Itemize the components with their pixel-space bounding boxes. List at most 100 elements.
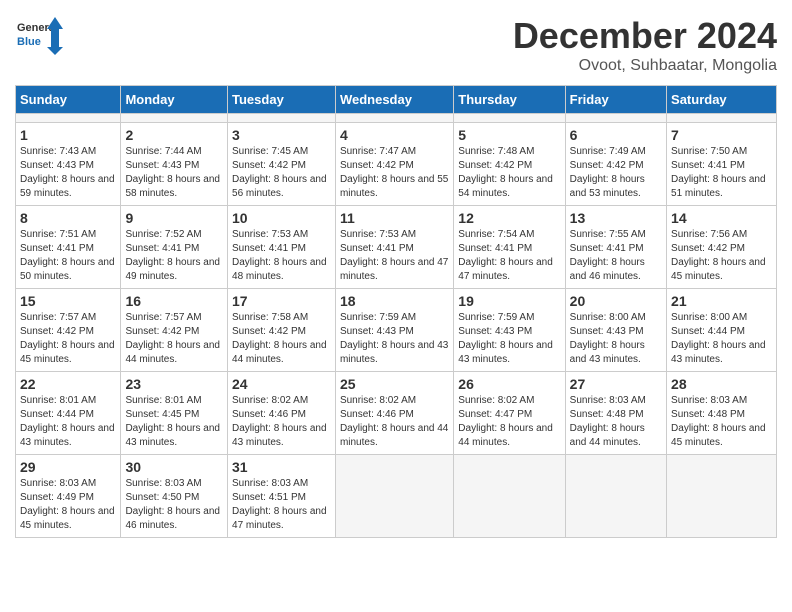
day-info: Sunrise: 8:03 AMSunset: 4:50 PMDaylight:… <box>125 477 223 533</box>
day-info: Sunrise: 7:48 AMSunset: 4:42 PMDaylight:… <box>458 145 560 201</box>
day-number: 8 <box>20 210 116 226</box>
day-info: Sunrise: 8:03 AMSunset: 4:48 PMDaylight:… <box>671 394 772 450</box>
day-number: 19 <box>458 293 560 309</box>
day-info: Sunrise: 8:00 AMSunset: 4:43 PMDaylight:… <box>570 311 662 367</box>
calendar-table: SundayMondayTuesdayWednesdayThursdayFrid… <box>15 85 777 538</box>
day-info: Sunrise: 7:59 AMSunset: 4:43 PMDaylight:… <box>340 311 449 367</box>
day-number: 15 <box>20 293 116 309</box>
calendar-cell: 30 Sunrise: 8:03 AMSunset: 4:50 PMDayligh… <box>121 455 228 538</box>
calendar-cell: 2 Sunrise: 7:44 AMSunset: 4:43 PMDaylight… <box>121 123 228 206</box>
day-number: 26 <box>458 376 560 392</box>
day-number: 14 <box>671 210 772 226</box>
day-number: 2 <box>125 127 223 143</box>
calendar-cell: 21 Sunrise: 8:00 AMSunset: 4:44 PMDayligh… <box>667 289 777 372</box>
calendar-cell <box>335 455 453 538</box>
day-info: Sunrise: 7:59 AMSunset: 4:43 PMDaylight:… <box>458 311 560 367</box>
day-info: Sunrise: 7:53 AMSunset: 4:41 PMDaylight:… <box>232 228 331 284</box>
calendar-cell: 26 Sunrise: 8:02 AMSunset: 4:47 PMDayligh… <box>454 372 565 455</box>
day-info: Sunrise: 8:02 AMSunset: 4:46 PMDaylight:… <box>340 394 449 450</box>
calendar-cell: 8 Sunrise: 7:51 AMSunset: 4:41 PMDaylight… <box>16 206 121 289</box>
day-number: 18 <box>340 293 449 309</box>
calendar-cell: 5 Sunrise: 7:48 AMSunset: 4:42 PMDaylight… <box>454 123 565 206</box>
day-info: Sunrise: 7:57 AMSunset: 4:42 PMDaylight:… <box>20 311 116 367</box>
calendar-cell: 22Sunrise: 8:01 AMSunset: 4:44 PMDayligh… <box>16 372 121 455</box>
day-number: 30 <box>125 459 223 475</box>
column-header-tuesday: Tuesday <box>228 86 336 114</box>
logo-icon: General Blue <box>15 15 65 55</box>
calendar-week-5: 22Sunrise: 8:01 AMSunset: 4:44 PMDayligh… <box>16 372 777 455</box>
day-info: Sunrise: 7:51 AMSunset: 4:41 PMDaylight:… <box>20 228 116 284</box>
day-info: Sunrise: 7:54 AMSunset: 4:41 PMDaylight:… <box>458 228 560 284</box>
calendar-cell <box>667 455 777 538</box>
day-info: Sunrise: 8:00 AMSunset: 4:44 PMDaylight:… <box>671 311 772 367</box>
calendar-cell: 19 Sunrise: 7:59 AMSunset: 4:43 PMDayligh… <box>454 289 565 372</box>
day-info: Sunrise: 7:47 AMSunset: 4:42 PMDaylight:… <box>340 145 449 201</box>
calendar-cell: 11 Sunrise: 7:53 AMSunset: 4:41 PMDayligh… <box>335 206 453 289</box>
day-number: 31 <box>232 459 331 475</box>
column-header-friday: Friday <box>565 86 666 114</box>
day-number: 5 <box>458 127 560 143</box>
column-header-wednesday: Wednesday <box>335 86 453 114</box>
day-info: Sunrise: 7:52 AMSunset: 4:41 PMDaylight:… <box>125 228 223 284</box>
calendar-cell: 1 Sunrise: 7:43 AMSunset: 4:43 PMDaylight… <box>16 123 121 206</box>
calendar-cell <box>454 455 565 538</box>
calendar-subtitle: Ovoot, Suhbaatar, Mongolia <box>513 57 777 75</box>
calendar-cell: 18 Sunrise: 7:59 AMSunset: 4:43 PMDayligh… <box>335 289 453 372</box>
column-header-sunday: Sunday <box>16 86 121 114</box>
day-number: 27 <box>570 376 662 392</box>
day-info: Sunrise: 7:44 AMSunset: 4:43 PMDaylight:… <box>125 145 223 201</box>
day-info: Sunrise: 8:02 AMSunset: 4:47 PMDaylight:… <box>458 394 560 450</box>
calendar-cell <box>121 114 228 123</box>
column-header-monday: Monday <box>121 86 228 114</box>
calendar-cell: 12 Sunrise: 7:54 AMSunset: 4:41 PMDayligh… <box>454 206 565 289</box>
day-info: Sunrise: 7:45 AMSunset: 4:42 PMDaylight:… <box>232 145 331 201</box>
calendar-cell: 29 Sunrise: 8:03 AMSunset: 4:49 PMDayligh… <box>16 455 121 538</box>
day-number: 6 <box>570 127 662 143</box>
calendar-week-6: 29 Sunrise: 8:03 AMSunset: 4:49 PMDayligh… <box>16 455 777 538</box>
day-info: Sunrise: 7:43 AMSunset: 4:43 PMDaylight:… <box>20 145 116 201</box>
page-header: General Blue December 2024 Ovoot, Suhbaa… <box>15 15 777 75</box>
calendar-week-2: 1 Sunrise: 7:43 AMSunset: 4:43 PMDaylight… <box>16 123 777 206</box>
calendar-cell <box>335 114 453 123</box>
day-number: 25 <box>340 376 449 392</box>
calendar-cell <box>565 114 666 123</box>
calendar-cell: 23Sunrise: 8:01 AMSunset: 4:45 PMDayligh… <box>121 372 228 455</box>
day-info: Sunrise: 8:03 AMSunset: 4:48 PMDaylight:… <box>570 394 662 450</box>
day-number: 1 <box>20 127 116 143</box>
day-number: 4 <box>340 127 449 143</box>
day-info: Sunrise: 8:01 AMSunset: 4:44 PMDaylight:… <box>20 394 116 450</box>
calendar-cell: 14 Sunrise: 7:56 AMSunset: 4:42 PMDayligh… <box>667 206 777 289</box>
calendar-cell: 24Sunrise: 8:02 AMSunset: 4:46 PMDayligh… <box>228 372 336 455</box>
day-number: 7 <box>671 127 772 143</box>
day-info: Sunrise: 7:57 AMSunset: 4:42 PMDaylight:… <box>125 311 223 367</box>
day-info: Sunrise: 8:03 AMSunset: 4:51 PMDaylight:… <box>232 477 331 533</box>
day-number: 21 <box>671 293 772 309</box>
day-info: Sunrise: 8:03 AMSunset: 4:49 PMDaylight:… <box>20 477 116 533</box>
day-number: 11 <box>340 210 449 226</box>
day-number: 16 <box>125 293 223 309</box>
day-number: 23 <box>125 376 223 392</box>
calendar-cell: 20Sunrise: 8:00 AMSunset: 4:43 PMDayligh… <box>565 289 666 372</box>
day-info: Sunrise: 7:56 AMSunset: 4:42 PMDaylight:… <box>671 228 772 284</box>
day-number: 29 <box>20 459 116 475</box>
calendar-cell: 13Sunrise: 7:55 AMSunset: 4:41 PMDayligh… <box>565 206 666 289</box>
day-info: Sunrise: 7:53 AMSunset: 4:41 PMDaylight:… <box>340 228 449 284</box>
calendar-cell <box>16 114 121 123</box>
calendar-cell: 28Sunrise: 8:03 AMSunset: 4:48 PMDayligh… <box>667 372 777 455</box>
day-info: Sunrise: 7:58 AMSunset: 4:42 PMDaylight:… <box>232 311 331 367</box>
calendar-cell: 17Sunrise: 7:58 AMSunset: 4:42 PMDayligh… <box>228 289 336 372</box>
calendar-cell: 27 Sunrise: 8:03 AMSunset: 4:48 PMDayligh… <box>565 372 666 455</box>
calendar-cell: 25 Sunrise: 8:02 AMSunset: 4:46 PMDayligh… <box>335 372 453 455</box>
calendar-cell: 16 Sunrise: 7:57 AMSunset: 4:42 PMDayligh… <box>121 289 228 372</box>
calendar-cell: 9Sunrise: 7:52 AMSunset: 4:41 PMDaylight… <box>121 206 228 289</box>
calendar-cell: 4 Sunrise: 7:47 AMSunset: 4:42 PMDaylight… <box>335 123 453 206</box>
calendar-title: December 2024 <box>513 15 777 57</box>
day-info: Sunrise: 8:02 AMSunset: 4:46 PMDaylight:… <box>232 394 331 450</box>
day-number: 12 <box>458 210 560 226</box>
calendar-cell: 10Sunrise: 7:53 AMSunset: 4:41 PMDayligh… <box>228 206 336 289</box>
day-info: Sunrise: 7:55 AMSunset: 4:41 PMDaylight:… <box>570 228 662 284</box>
column-header-saturday: Saturday <box>667 86 777 114</box>
calendar-cell: 6Sunrise: 7:49 AMSunset: 4:42 PMDaylight… <box>565 123 666 206</box>
calendar-cell: 7Sunrise: 7:50 AMSunset: 4:41 PMDaylight… <box>667 123 777 206</box>
day-number: 3 <box>232 127 331 143</box>
